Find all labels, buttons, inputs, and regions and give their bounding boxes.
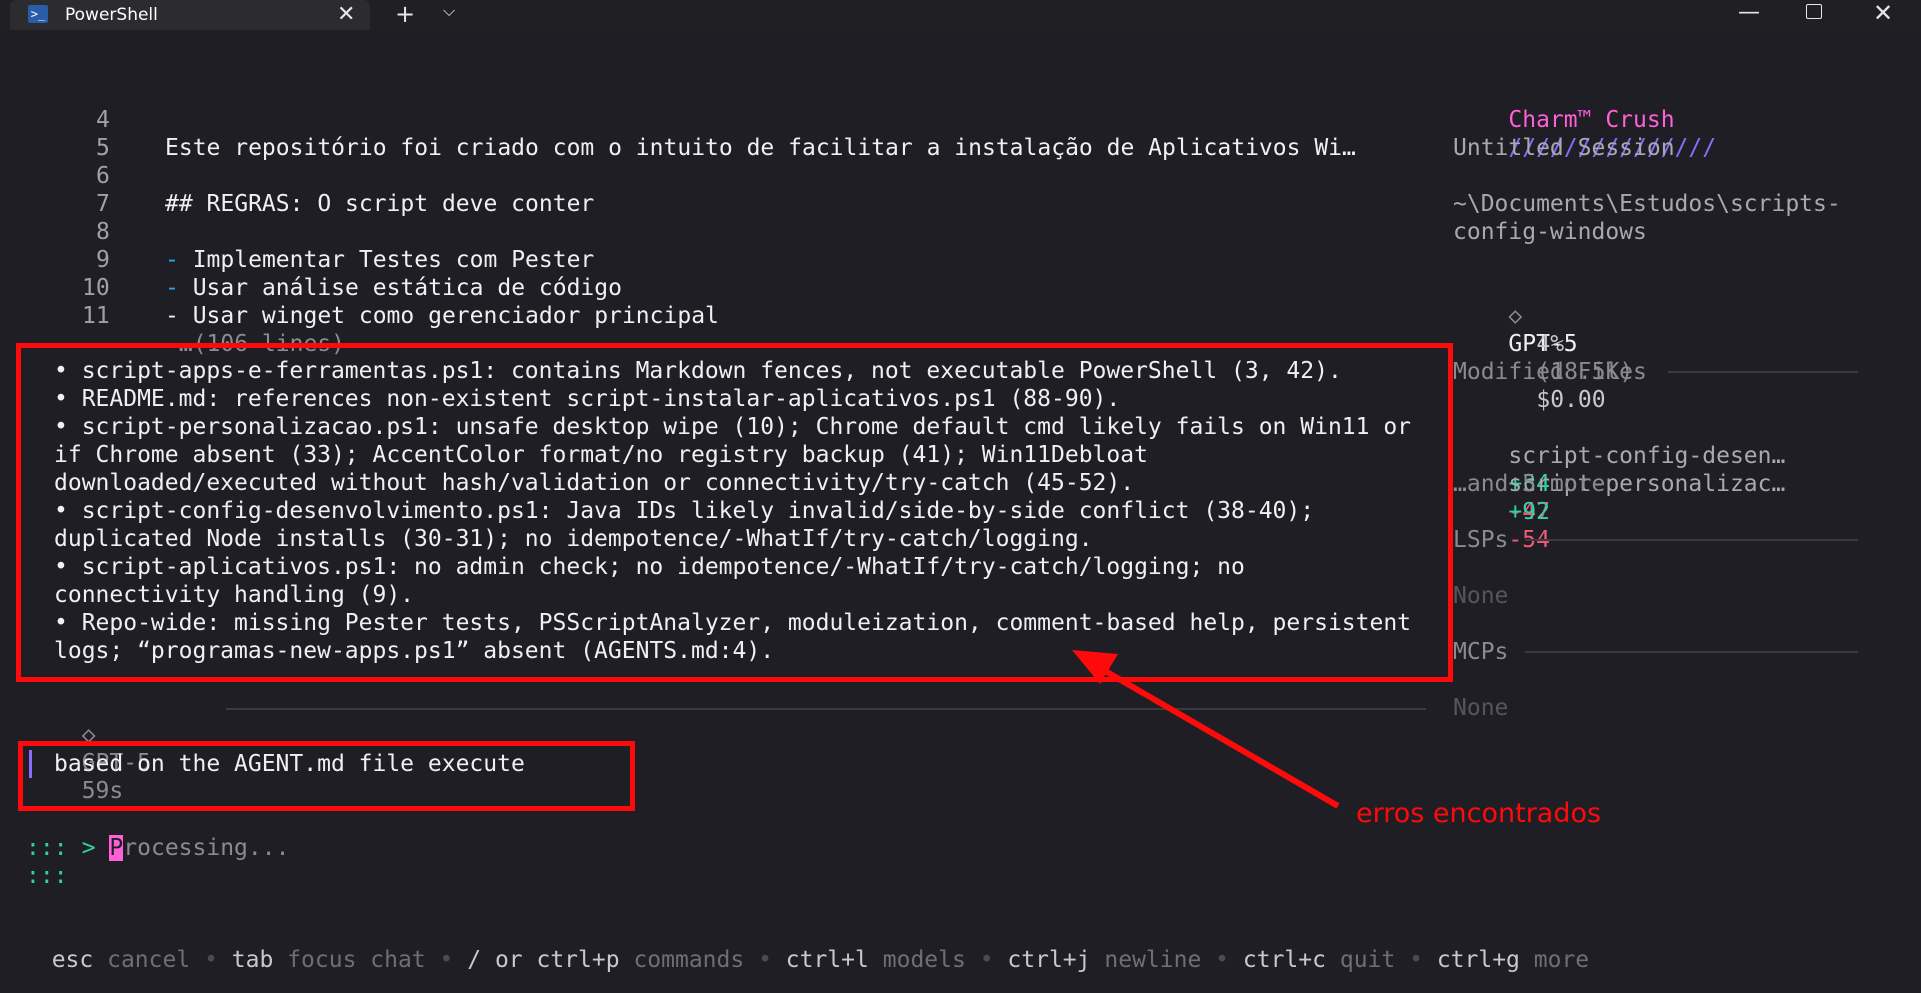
help-separator: • — [758, 947, 772, 973]
divider — [1525, 651, 1858, 653]
usage-cost: $0.00 — [1536, 387, 1606, 413]
help-key: ctrl+j — [1007, 947, 1091, 973]
help-separator: • — [1215, 947, 1230, 973]
section-heading-lsps: LSPs — [1453, 527, 1509, 553]
help-separator: • — [979, 947, 994, 973]
help-key: esc — [51, 947, 94, 973]
help-separator: • — [439, 947, 454, 973]
help-desc: quit — [1339, 947, 1396, 973]
help-desc: models — [882, 947, 966, 973]
annotation-label: erros encontrados — [1356, 798, 1602, 829]
more-files: …and 5 more — [1453, 471, 1606, 497]
help-separator: • — [1409, 947, 1423, 973]
help-desc: newline — [1104, 947, 1202, 973]
help-key: tab — [231, 947, 274, 973]
mcps-value: None — [1453, 695, 1509, 721]
help-key: ctrl+l — [785, 947, 869, 973]
lsps-value: None — [1453, 583, 1509, 609]
divider — [1525, 539, 1858, 541]
section-heading-modified-files: Modified Files — [1453, 359, 1647, 385]
project-path: ~\Documents\Estudos\scripts- — [1453, 191, 1841, 217]
help-key: ctrl+g — [1436, 947, 1520, 973]
help-desc: cancel — [107, 947, 191, 973]
brand-name: Charm™ Crush — [1508, 107, 1675, 133]
modified-file[interactable]: script-personalizac… +92 -54 — [1453, 442, 1785, 582]
lines-added: +92 — [1508, 499, 1550, 525]
project-path: config-windows — [1453, 219, 1647, 245]
help-separator: • — [204, 947, 218, 973]
divider — [1668, 371, 1858, 373]
section-heading-mcps: MCPs — [1453, 639, 1509, 665]
usage-percent: 4% — [1536, 331, 1565, 357]
help-key: / or ctrl+p — [467, 947, 620, 973]
session-title: Untitled Session — [1453, 135, 1675, 161]
help-desc: commands — [633, 947, 745, 973]
help-desc: more — [1533, 947, 1590, 973]
help-desc: focus chat — [287, 947, 426, 973]
help-key: ctrl+c — [1242, 947, 1326, 973]
help-bar: esc cancel • tab focus chat • / or ctrl+… — [24, 918, 1589, 974]
